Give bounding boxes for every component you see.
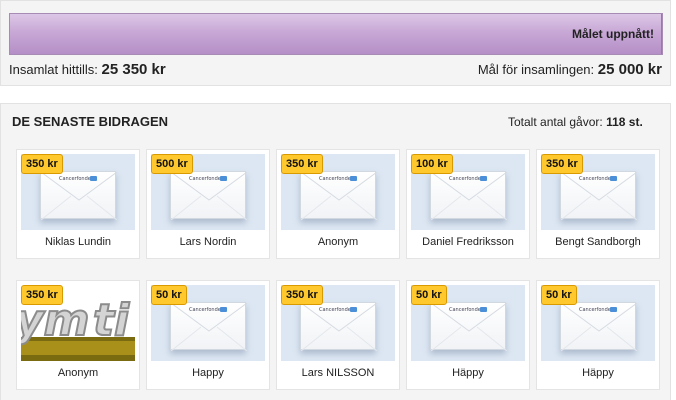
stamp-icon <box>480 176 487 181</box>
section-title: DE SENASTE BIDRAGEN <box>12 114 169 129</box>
contribution-card[interactable]: Cancerfonden 350 kr Anonym <box>276 149 400 259</box>
contribution-card[interactable]: Cancerfonden 50 kr Häppy <box>406 280 530 390</box>
stamp-icon <box>350 307 357 312</box>
envelope-icon: Cancerfonden <box>430 171 507 220</box>
stamp-icon <box>480 307 487 312</box>
total-gifts: Totalt antal gåvor: 118 st. <box>508 115 643 129</box>
envelope-icon: Cancerfonden <box>170 171 247 220</box>
donor-name: Häppy <box>452 367 484 379</box>
envelope-brand-label: Cancerfonden <box>449 307 485 313</box>
donor-name: Lars NILSSON <box>301 367 375 379</box>
envelope-brand-label: Cancerfonden <box>579 307 615 313</box>
svg-text:ti: ti <box>93 295 130 346</box>
envelope-icon: Cancerfonden <box>300 171 377 220</box>
stamp-icon <box>610 176 617 181</box>
donor-name: Happy <box>192 367 224 379</box>
donor-name: Anonym <box>317 236 359 248</box>
donor-name: Anonym <box>57 367 99 379</box>
amount-badge: 50 kr <box>411 285 447 305</box>
amount-badge: 350 kr <box>21 285 63 305</box>
amount-badge: 350 kr <box>281 285 323 305</box>
total-gifts-label: Totalt antal gåvor: <box>508 115 603 129</box>
envelope-icon: Cancerfonden <box>40 171 117 220</box>
fundraising-progress-panel: Målet uppnått! Insamlat hittills: 25 350… <box>0 0 671 86</box>
donor-name: Niklas Lundin <box>44 236 112 248</box>
donor-name: Lars Nordin <box>179 236 237 248</box>
envelope-brand-label: Cancerfonden <box>59 176 95 182</box>
fundraising-goal: Mål för insamlingen: 25 000 kr <box>478 61 662 78</box>
amount-badge: 350 kr <box>281 154 323 174</box>
envelope-icon: Cancerfonden <box>560 302 637 351</box>
goal-value: 25 000 kr <box>597 61 662 78</box>
envelope-brand-label: Cancerfonden <box>579 176 615 182</box>
stamp-icon <box>610 307 617 312</box>
amount-badge: 50 kr <box>541 285 577 305</box>
raised-so-far: Insamlat hittills: 25 350 kr <box>9 61 166 78</box>
raised-label: Insamlat hittills: <box>9 62 98 77</box>
envelope-brand-label: Cancerfonden <box>319 307 355 313</box>
amount-badge: 350 kr <box>21 154 63 174</box>
envelope-brand-label: Cancerfonden <box>449 176 485 182</box>
contribution-card[interactable]: Cancerfonden 50 kr Happy <box>146 280 270 390</box>
amount-badge: 500 kr <box>151 154 193 174</box>
stamp-icon <box>220 307 227 312</box>
progress-bar: Målet uppnått! <box>9 13 663 55</box>
total-gifts-value: 118 st. <box>606 115 643 129</box>
goal-label: Mål för insamlingen: <box>477 62 595 77</box>
envelope-brand-label: Cancerfonden <box>189 176 225 182</box>
envelope-brand-label: Cancerfonden <box>189 307 225 313</box>
envelope-icon: Cancerfonden <box>560 171 637 220</box>
goal-reached-message: Målet uppnått! <box>572 27 654 41</box>
progress-bar-fill <box>10 14 662 54</box>
stamp-icon <box>220 176 227 181</box>
contribution-card[interactable]: Cancerfonden 350 kr Bengt Sandborgh <box>536 149 660 259</box>
donor-name: Bengt Sandborgh <box>555 236 641 248</box>
envelope-icon: Cancerfonden <box>170 302 247 351</box>
amount-badge: 50 kr <box>151 285 187 305</box>
donor-name: Daniel Fredriksson <box>422 236 514 248</box>
contribution-card[interactable]: Cancerfonden 500 kr Lars Nordin <box>146 149 270 259</box>
stamp-icon <box>90 176 97 181</box>
raised-value: 25 350 kr <box>101 61 166 78</box>
contribution-card[interactable]: Cancerfonden 100 kr Daniel Fredriksson <box>406 149 530 259</box>
contribution-card[interactable]: Cancerfonden 350 kr Lars NILSSON <box>276 280 400 390</box>
contribution-card[interactable]: Cancerfonden 350 kr Niklas Lundin <box>16 149 140 259</box>
envelope-icon: Cancerfonden <box>300 302 377 351</box>
amount-badge: 100 kr <box>411 154 453 174</box>
envelope-icon: Cancerfonden <box>430 302 507 351</box>
contribution-card[interactable]: Cancerfonden 50 kr Häppy <box>536 280 660 390</box>
stamp-icon <box>350 176 357 181</box>
latest-contributions-panel: DE SENASTE BIDRAGEN Totalt antal gåvor: … <box>0 103 671 400</box>
donor-name: Häppy <box>582 367 614 379</box>
contribution-card[interactable]: ym ti 350 kr Anonym <box>16 280 140 390</box>
envelope-brand-label: Cancerfonden <box>319 176 355 182</box>
amount-badge: 350 kr <box>541 154 583 174</box>
